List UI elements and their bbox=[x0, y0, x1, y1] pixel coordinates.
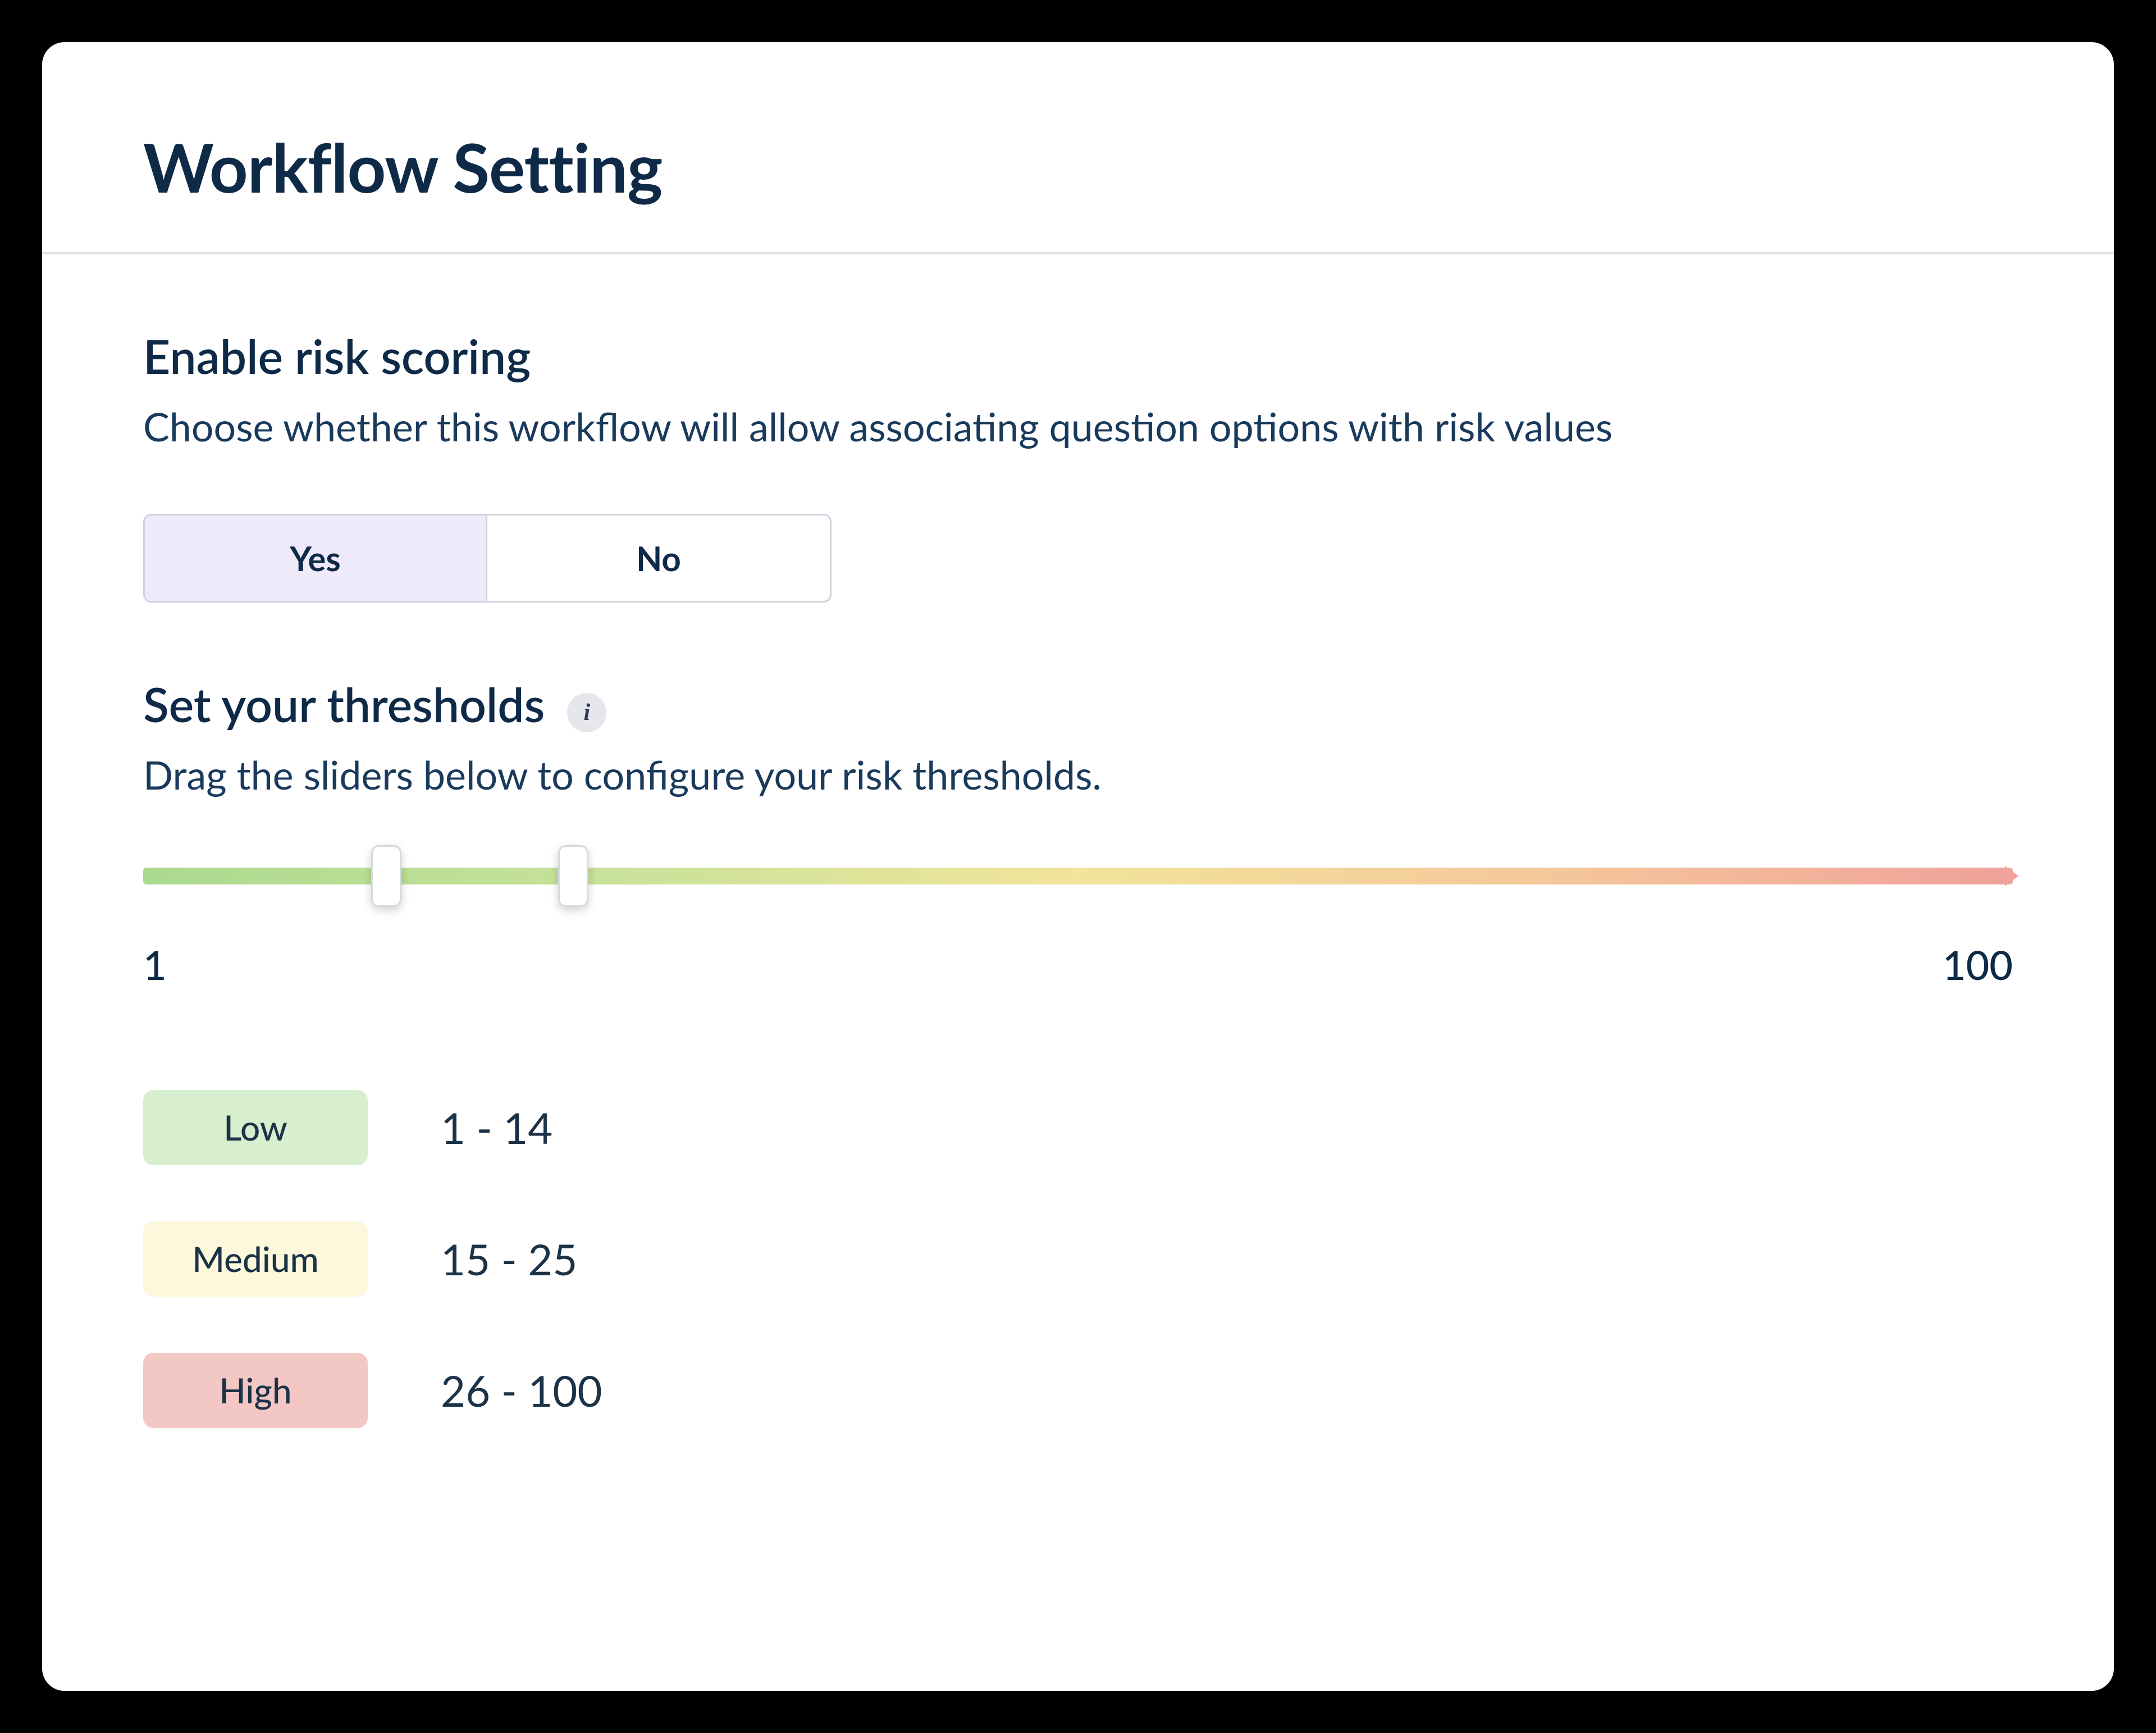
threshold-row-low: Low 1 - 14 bbox=[143, 1090, 2013, 1165]
high-pill: High bbox=[143, 1353, 368, 1428]
page-title: Workflow Setting bbox=[143, 126, 2013, 207]
thresholds-section: Set your thresholds i Drag the sliders b… bbox=[42, 603, 2114, 1428]
threshold-row-high: High 26 - 100 bbox=[143, 1353, 2013, 1428]
thresholds-subtitle: Drag the sliders below to configure your… bbox=[143, 749, 2013, 800]
threshold-slider: 1 100 bbox=[143, 868, 2013, 989]
high-range: 26 - 100 bbox=[441, 1365, 602, 1416]
toggle-yes-button[interactable]: Yes bbox=[145, 516, 487, 601]
threshold-row-medium: Medium 15 - 25 bbox=[143, 1221, 2013, 1297]
risk-scoring-subtitle: Choose whether this workflow will allow … bbox=[143, 401, 2013, 452]
workflow-setting-card: Workflow Setting Enable risk scoring Cho… bbox=[42, 42, 2114, 1691]
slider-handle-low-medium[interactable] bbox=[371, 845, 401, 907]
low-pill: Low bbox=[143, 1090, 368, 1165]
info-icon[interactable]: i bbox=[567, 693, 606, 732]
toggle-no-button[interactable]: No bbox=[487, 516, 830, 601]
slider-handle-medium-high[interactable] bbox=[558, 845, 588, 907]
risk-scoring-section: Enable risk scoring Choose whether this … bbox=[42, 254, 2114, 603]
risk-scoring-title: Enable risk scoring bbox=[143, 327, 2013, 384]
slider-max-label: 100 bbox=[1943, 941, 2013, 989]
card-header: Workflow Setting bbox=[42, 42, 2114, 254]
medium-pill: Medium bbox=[143, 1221, 368, 1297]
threshold-levels-list: Low 1 - 14 Medium 15 - 25 High 26 - 100 bbox=[143, 1090, 2013, 1428]
low-range: 1 - 14 bbox=[441, 1102, 552, 1153]
slider-track[interactable] bbox=[143, 868, 2013, 884]
thresholds-title: Set your thresholds bbox=[143, 676, 545, 732]
slider-min-label: 1 bbox=[143, 941, 167, 989]
medium-range: 15 - 25 bbox=[441, 1234, 577, 1285]
risk-scoring-toggle: Yes No bbox=[143, 514, 832, 603]
